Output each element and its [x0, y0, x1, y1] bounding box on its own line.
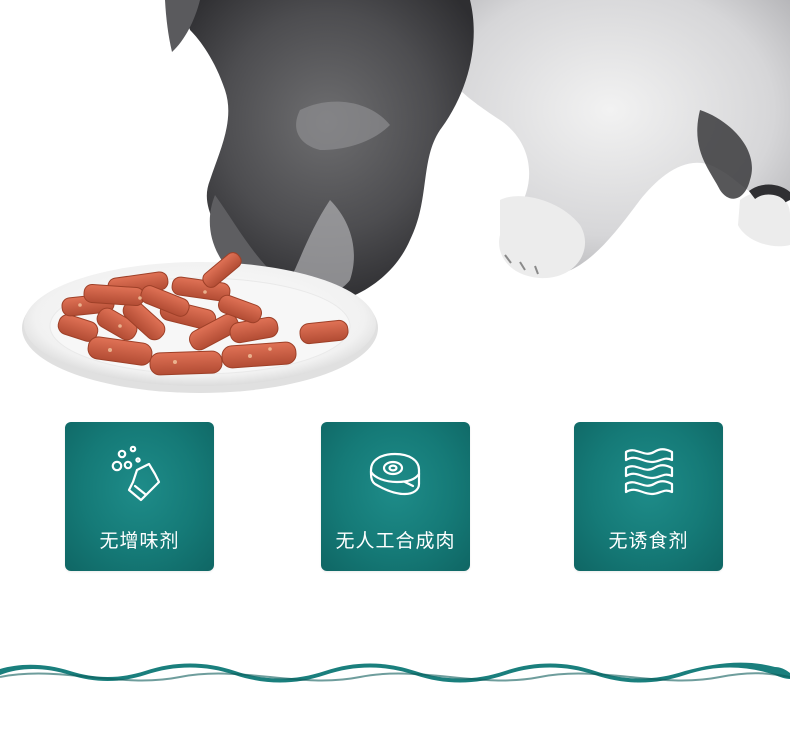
meat-steak-icon [369, 452, 421, 496]
feature-badge-no-artificial-meat: 无人工合成肉 [321, 422, 470, 571]
hero-photo-dog-eating [22, 0, 790, 393]
wavy-lines-icon [624, 448, 674, 496]
decorative-wave-divider [0, 662, 790, 683]
feature-badges: 无增味剂 无人工合成肉 无诱食剂 [0, 422, 790, 572]
bubbles-bottle-icon [111, 445, 161, 502]
feature-badge-no-attractant: 无诱食剂 [574, 422, 723, 571]
feature-badge-no-flavor-enhancer: 无增味剂 [65, 422, 214, 571]
feature-label: 无人工合成肉 [335, 531, 456, 552]
feature-label: 无增味剂 [99, 531, 180, 552]
feature-label: 无诱食剂 [608, 531, 689, 552]
